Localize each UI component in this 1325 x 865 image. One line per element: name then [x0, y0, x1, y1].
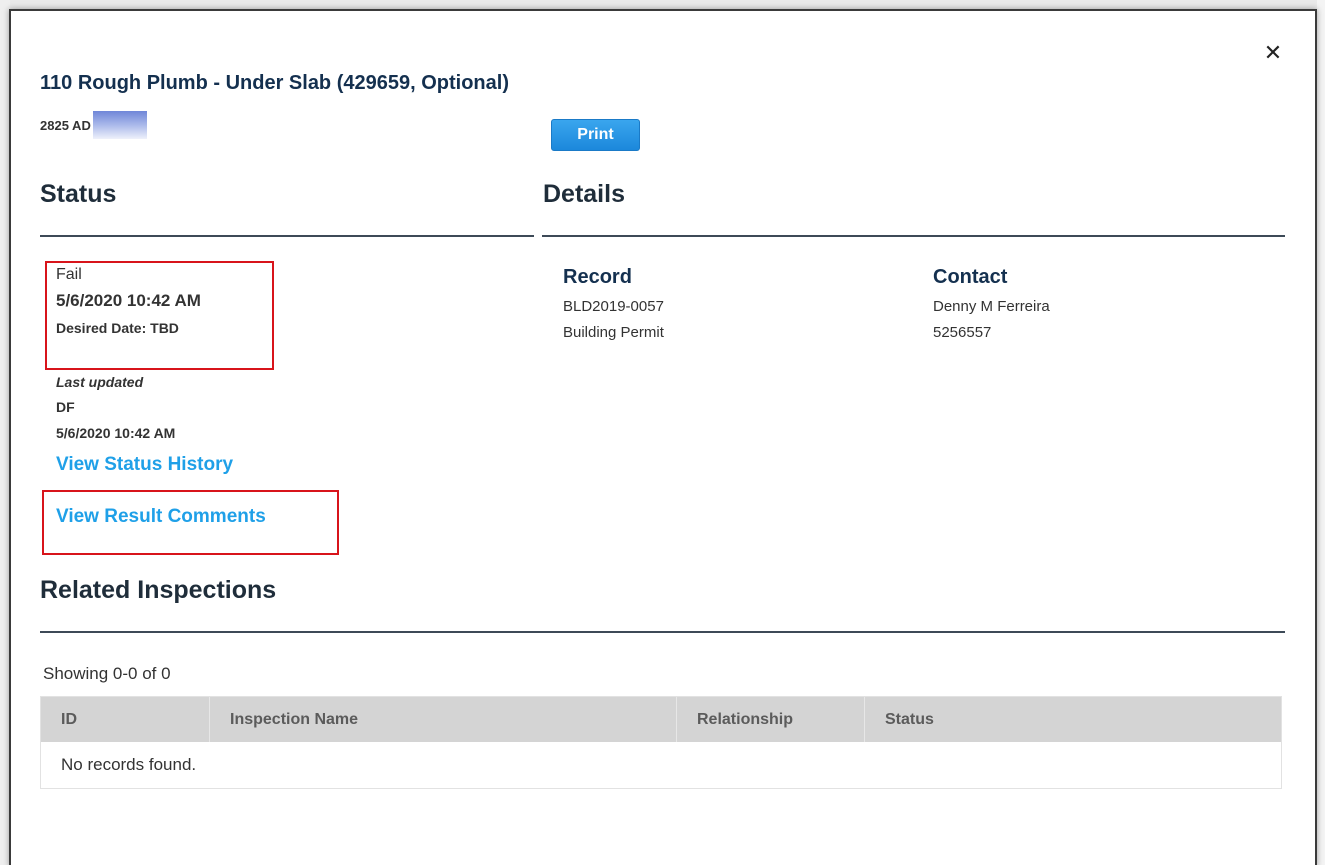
last-updated-datetime: 5/6/2020 10:42 AM — [56, 425, 176, 441]
table-header: ID Inspection Name Relationship Status — [41, 697, 1281, 742]
details-divider — [542, 235, 1285, 237]
col-header-status[interactable]: Status — [865, 697, 1281, 742]
inspection-title: 110 Rough Plumb - Under Slab (429659, Op… — [40, 72, 509, 94]
view-status-history-link[interactable]: View Status History — [56, 454, 233, 476]
status-divider — [40, 235, 534, 237]
page-backdrop-right — [1317, 0, 1325, 865]
inspection-detail-modal: ✕ 110 Rough Plumb - Under Slab (429659, … — [9, 9, 1317, 865]
status-heading: Status — [40, 180, 117, 208]
desired-date: Desired Date: TBD — [56, 320, 179, 336]
record-label: Record — [563, 266, 632, 288]
col-header-id[interactable]: ID — [41, 697, 210, 742]
col-header-relationship[interactable]: Relationship — [677, 697, 865, 742]
contact-label: Contact — [933, 266, 1008, 288]
status-result: Fail — [56, 266, 82, 283]
status-result-datetime: 5/6/2020 10:42 AM — [56, 291, 201, 310]
last-updated-label: Last updated — [56, 374, 144, 390]
contact-name: Denny M Ferreira — [933, 298, 1050, 315]
last-updated-by: DF — [56, 399, 75, 415]
details-heading: Details — [543, 180, 625, 208]
address-row: 2825 AD — [40, 111, 147, 139]
close-icon[interactable]: ✕ — [1261, 41, 1285, 65]
empty-table-message: No records found. — [61, 755, 197, 774]
record-number: BLD2019-0057 — [563, 298, 664, 315]
address-text: 2825 AD — [40, 117, 91, 133]
related-inspections-heading: Related Inspections — [40, 576, 277, 604]
showing-count: Showing 0-0 of 0 — [43, 664, 171, 683]
record-type: Building Permit — [563, 324, 664, 341]
contact-phone: 5256557 — [933, 324, 992, 341]
print-button[interactable]: Print — [551, 119, 640, 151]
view-result-comments-link[interactable]: View Result Comments — [56, 506, 266, 528]
redacted-address-block — [92, 111, 147, 139]
related-inspections-table: ID Inspection Name Relationship Status N… — [40, 696, 1282, 789]
col-header-inspection-name[interactable]: Inspection Name — [210, 697, 677, 742]
related-divider — [40, 631, 1285, 633]
